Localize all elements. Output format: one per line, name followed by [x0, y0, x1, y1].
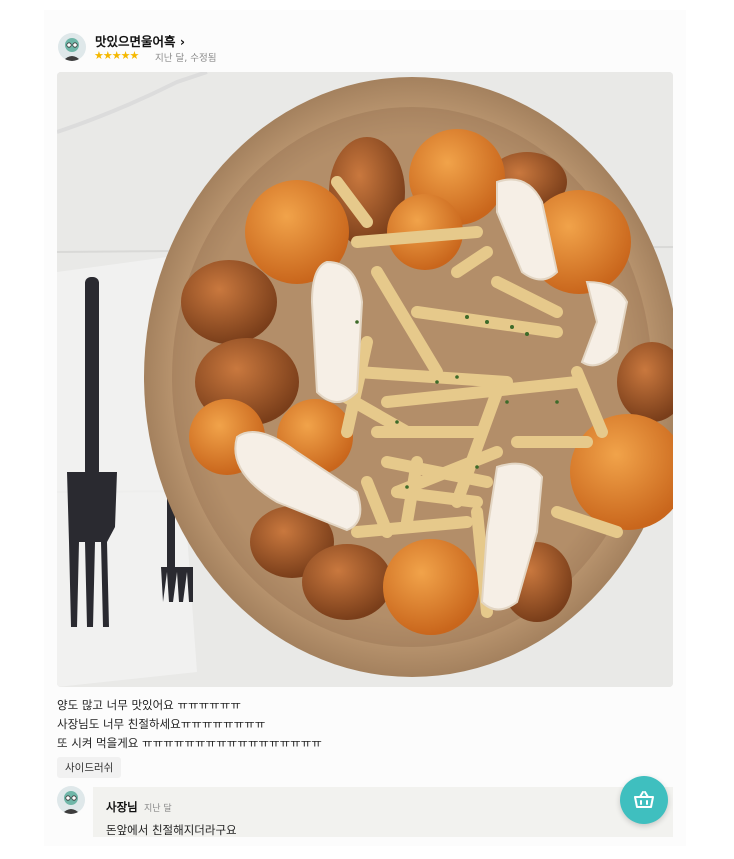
owner-reply-time: 지난 달	[144, 804, 172, 814]
owner-name: 사장님	[106, 800, 138, 814]
rating-stars: ★★★★★	[94, 49, 139, 62]
review-text-line-2: 사장님도 너무 친절하세요ㅠㅠㅠㅠㅠㅠㅠㅠ	[57, 717, 266, 731]
user-avatar[interactable]	[58, 33, 86, 61]
review-time: 지난 달, 수정됨	[155, 53, 217, 64]
review-text-line-3: 또 시켜 먹을게요 ㅠㅠㅠㅠㅠㅠㅠㅠㅠㅠㅠㅠㅠㅠㅠㅠㅠ	[57, 736, 322, 750]
basket-icon	[634, 791, 654, 808]
cart-button[interactable]	[620, 776, 668, 824]
review-photo[interactable]	[57, 72, 673, 687]
owner-reply-text: 돈앞에서 친절해지더라구요	[106, 823, 237, 837]
review-author[interactable]: 맛있으면울어흑 ›	[95, 31, 185, 50]
menu-tag[interactable]: 사이드러쉬	[57, 757, 122, 778]
owner-avatar	[57, 786, 85, 814]
review-text-line-1: 양도 많고 너무 맛있어요 ㅠㅠㅠㅠㅠㅠ	[57, 698, 241, 712]
